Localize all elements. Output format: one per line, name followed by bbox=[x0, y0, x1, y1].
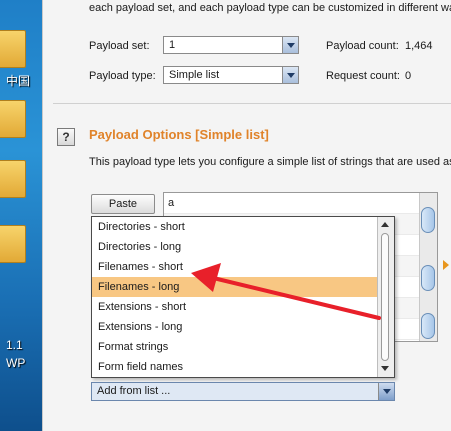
folder-icon[interactable] bbox=[0, 30, 26, 68]
folder-icon[interactable] bbox=[0, 225, 26, 263]
annotation-arrow-icon bbox=[191, 263, 381, 320]
desktop-background: 中国 1.1 WP bbox=[0, 0, 42, 431]
desktop-label: 1.1 bbox=[6, 338, 23, 352]
desktop-label: 中国 bbox=[6, 74, 31, 88]
desktop-label: WP bbox=[6, 356, 26, 370]
folder-icon[interactable] bbox=[0, 100, 26, 138]
folder-icon[interactable] bbox=[0, 160, 26, 198]
intruder-payloads-panel: each payload set, and each payload type … bbox=[42, 0, 451, 431]
